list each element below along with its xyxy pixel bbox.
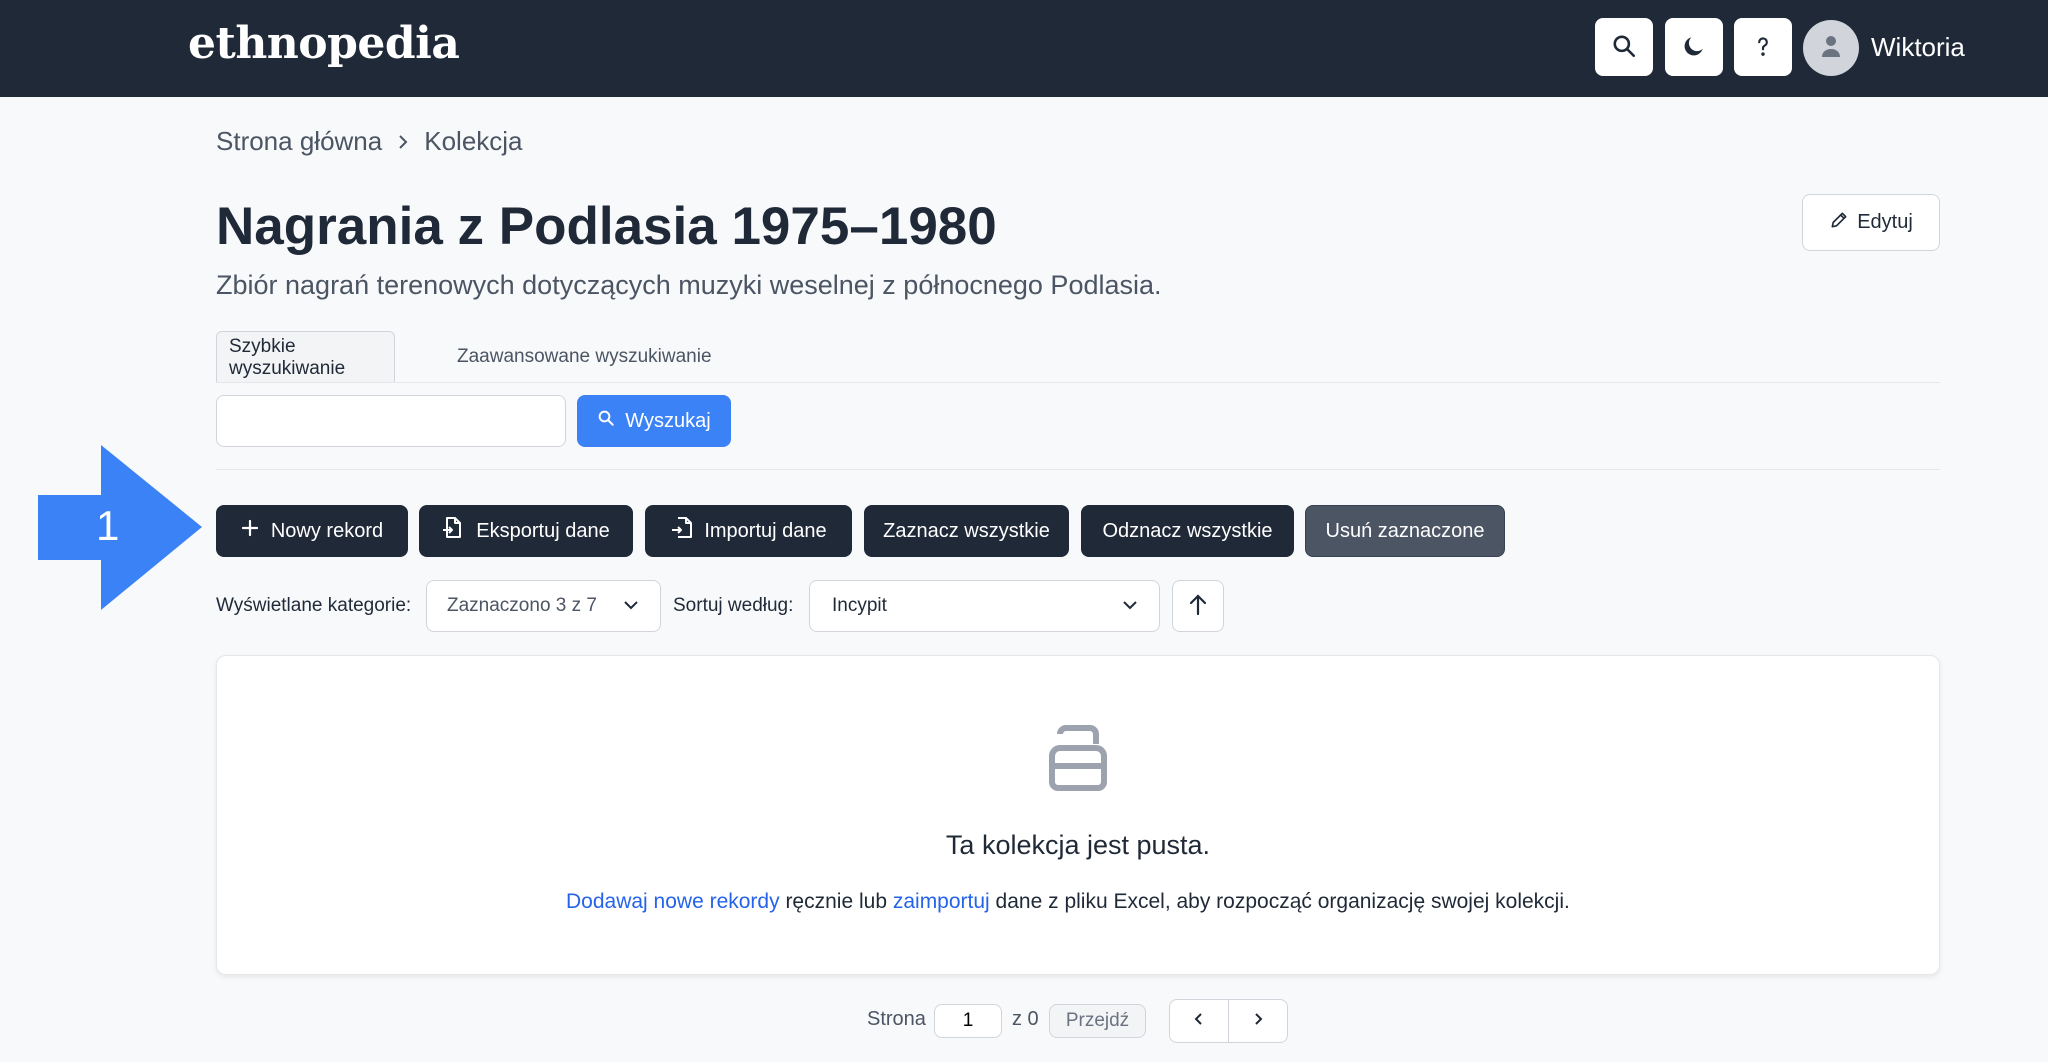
app-logo[interactable]: ethnopedia [188, 18, 460, 69]
annotation-arrow [38, 445, 202, 615]
categories-value: Zaznaczono 3 z 7 [447, 595, 597, 616]
sort-dropdown[interactable]: Incypit [809, 580, 1160, 632]
moon-icon [1681, 33, 1707, 62]
annotation-number: 1 [96, 502, 120, 549]
previous-page-button[interactable] [1170, 1000, 1229, 1042]
new-record-button[interactable]: Nowy rekord [216, 505, 408, 557]
export-button[interactable]: Eksportuj dane [419, 505, 633, 557]
select-all-button[interactable]: Zaznacz wszystkie [864, 505, 1069, 557]
breadcrumb-home[interactable]: Strona główna [216, 126, 382, 157]
search-input[interactable] [216, 395, 566, 447]
empty-collection-card [216, 655, 1940, 975]
breadcrumb: Strona główna Kolekcja [216, 126, 523, 157]
breadcrumb-current: Kolekcja [424, 126, 523, 156]
import-button[interactable]: Importuj dane [645, 505, 852, 557]
categories-dropdown[interactable]: Zaznaczono 3 z 7 [426, 580, 661, 632]
chevron-right-icon [396, 133, 410, 151]
empty-inbox-icon [1038, 716, 1118, 801]
empty-text-mid: ręcznie lub [779, 890, 893, 913]
avatar[interactable] [1803, 20, 1859, 76]
page-number-input[interactable] [934, 1004, 1002, 1038]
help-icon [1750, 33, 1776, 62]
arrow-up-icon [1188, 593, 1208, 620]
sort-direction-button[interactable] [1172, 580, 1224, 632]
search-icon [1611, 33, 1637, 62]
empty-text-end: dane z pliku Excel, aby rozpocząć organi… [989, 890, 1570, 913]
deselect-all-label: Odznacz wszystkie [1102, 519, 1273, 542]
search-button[interactable] [1595, 18, 1653, 76]
next-page-button[interactable] [1229, 1000, 1287, 1042]
dark-mode-toggle[interactable] [1665, 18, 1723, 76]
chevron-down-icon [622, 595, 640, 617]
search-submit-label: Wyszukaj [625, 409, 711, 432]
chevron-right-icon [1252, 1011, 1264, 1032]
categories-label: Wyświetlane kategorie: [216, 595, 412, 616]
pagination-page-label: Strona [867, 1008, 926, 1030]
tabs-divider [216, 382, 1940, 383]
section-divider [216, 469, 1940, 470]
help-button[interactable] [1734, 18, 1792, 76]
edit-button-label: Edytuj [1857, 211, 1913, 233]
import-file-icon [670, 516, 693, 546]
import-link[interactable]: zaimportuj [893, 890, 990, 913]
top-navbar: ethnopedia Wiktoria [0, 0, 2048, 97]
sort-value: Incypit [832, 595, 887, 616]
user-name[interactable]: Wiktoria [1871, 32, 1965, 63]
add-records-link[interactable]: Dodawaj nowe rekordy [566, 890, 780, 913]
chevron-down-icon [1121, 595, 1139, 617]
sort-label: Sortuj według: [673, 595, 794, 616]
new-record-label: Nowy rekord [270, 519, 384, 542]
delete-selected-label: Usuń zaznaczone [1325, 519, 1485, 542]
user-icon [1819, 33, 1843, 64]
pencil-icon [1829, 210, 1849, 236]
empty-description: Dodawaj nowe rekordy ręcznie lub zaimpor… [566, 890, 1570, 914]
search-icon [597, 409, 615, 433]
page-subtitle: Zbiór nagrań terenowych dotyczących muzy… [216, 270, 1162, 300]
edit-button[interactable]: Edytuj [1802, 194, 1940, 251]
tab-quick-search[interactable]: Szybkie wyszukiwanie [216, 331, 395, 383]
deselect-all-button[interactable]: Odznacz wszystkie [1081, 505, 1294, 557]
tab-advanced-search[interactable]: Zaawansowane wyszukiwanie [445, 331, 724, 383]
empty-title: Ta kolekcja jest pusta. [945, 830, 1211, 860]
pagination-total: z 0 [1012, 1008, 1039, 1030]
delete-selected-button[interactable]: Usuń zaznaczone [1305, 505, 1505, 557]
page-title: Nagrania z Podlasia 1975–1980 [216, 197, 997, 256]
select-all-label: Zaznacz wszystkie [883, 519, 1050, 542]
pagination-nav [1169, 999, 1288, 1043]
export-file-icon [442, 516, 464, 546]
export-label: Eksportuj dane [476, 519, 610, 542]
chevron-left-icon [1193, 1011, 1205, 1032]
plus-icon [241, 519, 259, 543]
go-to-page-button[interactable]: Przejdź [1049, 1004, 1146, 1038]
import-label: Importuj dane [704, 519, 827, 542]
search-submit-button[interactable]: Wyszukaj [577, 395, 731, 447]
